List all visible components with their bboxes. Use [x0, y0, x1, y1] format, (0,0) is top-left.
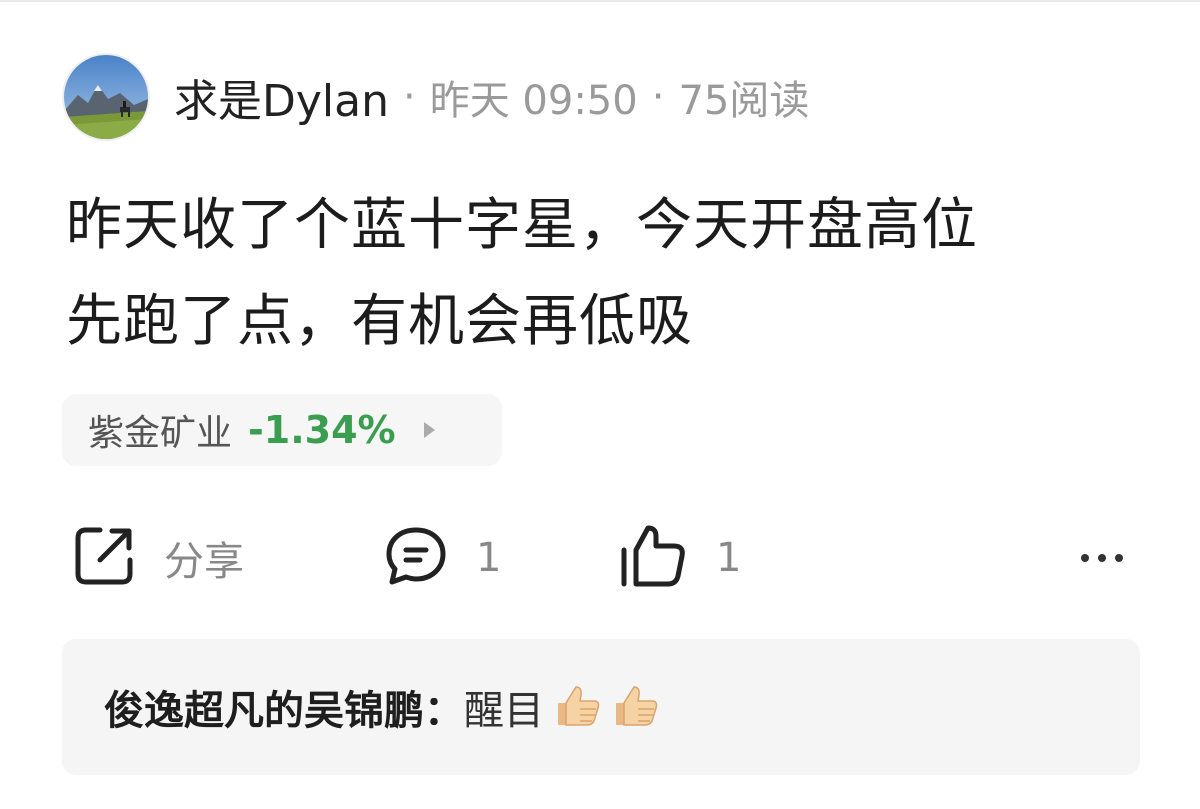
post-meta: · 昨天 09:50 · 75阅读	[389, 68, 809, 126]
post-time: 昨天 09:50	[429, 78, 638, 124]
like-count: 1	[716, 535, 742, 581]
post-body-line: 昨天收了个蓝十字星，今天开盘高位	[66, 193, 978, 258]
comment-preview[interactable]: 俊逸超凡的吴锦鹏： 醒目	[62, 639, 1140, 775]
stock-change: -1.34%	[248, 408, 396, 452]
like-button[interactable]: 1	[618, 520, 741, 596]
thumbs-up-icon	[618, 522, 690, 594]
meta-separator: ·	[651, 74, 665, 120]
comment-button[interactable]: 1	[382, 520, 501, 596]
stock-chip[interactable]: 紫金矿业 -1.34%	[62, 394, 502, 466]
read-count: 75阅读	[678, 78, 810, 124]
thumbs-up-emoji-icon	[608, 681, 660, 733]
top-divider	[0, 0, 1200, 2]
comment-icon	[382, 522, 450, 594]
action-bar: 分享 1 1	[70, 520, 1140, 596]
more-icon	[1081, 554, 1123, 562]
more-button[interactable]	[1070, 520, 1134, 596]
share-icon	[70, 522, 138, 594]
share-button[interactable]: 分享	[70, 520, 244, 596]
comment-text: 醒目	[464, 688, 544, 734]
thumbs-up-emoji-icon	[550, 681, 602, 733]
meta-separator: ·	[403, 74, 416, 120]
author-name[interactable]: 求是Dylan	[174, 65, 389, 129]
avatar[interactable]	[62, 53, 150, 141]
play-arrow-icon	[423, 422, 435, 438]
commenter-name[interactable]: 俊逸超凡的吴锦鹏：	[104, 678, 464, 736]
post-body-line: 先跑了点，有机会再低吸	[66, 289, 693, 354]
post-header: 求是Dylan · 昨天 09:50 · 75阅读	[62, 52, 809, 142]
share-label: 分享	[164, 539, 244, 585]
stock-name: 紫金矿业	[88, 413, 233, 454]
post-body[interactable]: 昨天收了个蓝十字星，今天开盘高位 先跑了点，有机会再低吸	[66, 178, 1146, 370]
comment-count: 1	[476, 535, 502, 581]
